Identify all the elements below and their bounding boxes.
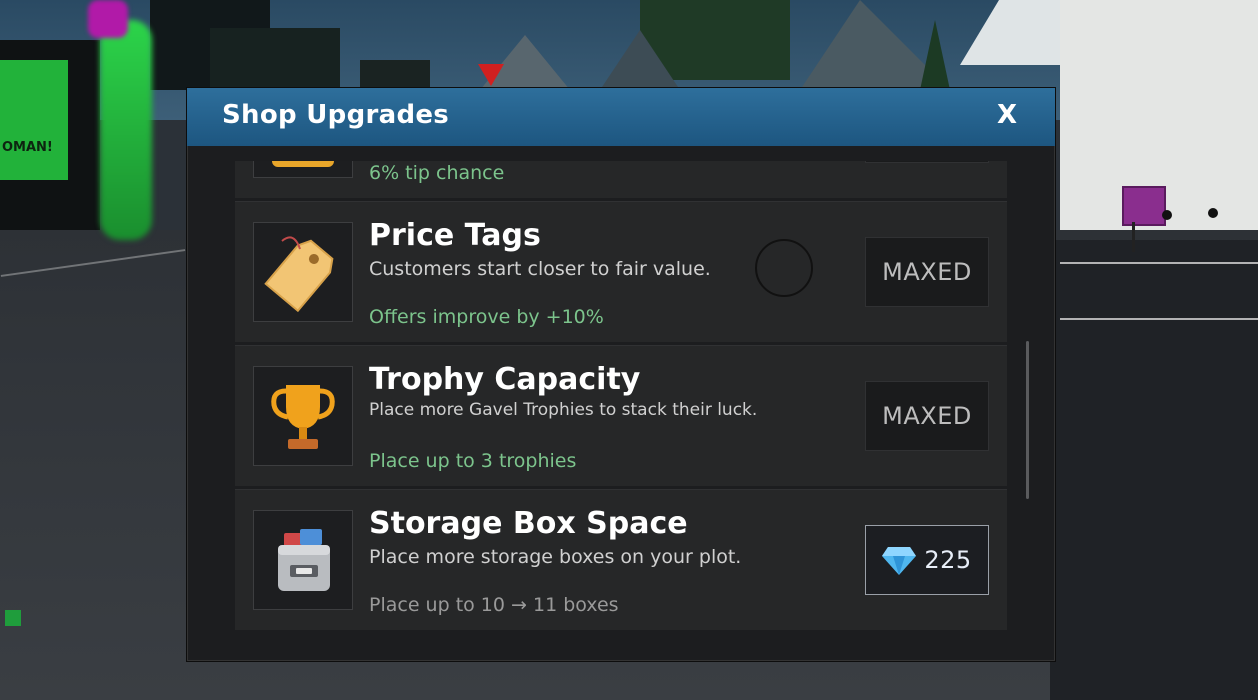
green-sign: OMAN! [0, 60, 68, 180]
neon-light [100, 20, 152, 240]
shop-upgrades-modal: Shop Upgrades X 6% tip chance Price Tags… [186, 87, 1056, 662]
upgrade-description: Place more Gavel Trophies to stack their… [369, 400, 758, 420]
background-dot [1162, 210, 1172, 220]
upgrade-icon-frame [253, 510, 353, 610]
upgrade-effect: Place up to 10 → 11 boxes [369, 594, 619, 616]
background-dot [1208, 208, 1218, 218]
modal-title: Shop Upgrades [222, 100, 450, 130]
trophy-icon [271, 385, 335, 449]
sign-text: OMAN! [2, 140, 53, 155]
upgrade-row-tips: 6% tip chance [235, 161, 1007, 198]
upgrade-icon-frame [253, 161, 353, 178]
upgrade-icon-frame [253, 366, 353, 466]
price-label: 225 [924, 546, 972, 574]
neon-light-top [88, 0, 128, 38]
upgrade-title: Trophy Capacity [369, 362, 641, 397]
upgrade-effect: Offers improve by +10% [369, 306, 604, 328]
upgrade-description: Customers start closer to fair value. [369, 258, 711, 280]
minimap-marker-icon [5, 610, 21, 626]
upgrade-row-price-tags: Price Tags Customers start closer to fai… [235, 201, 1007, 342]
waypoint-marker-icon [478, 64, 504, 86]
scrollbar[interactable] [1026, 341, 1029, 499]
upgrade-effect: Place up to 3 trophies [369, 450, 577, 472]
upgrade-title: Price Tags [369, 218, 541, 253]
close-button[interactable]: X [997, 100, 1017, 130]
upgrade-icon-frame [253, 222, 353, 322]
upgrade-title: Storage Box Space [369, 506, 688, 541]
upgrade-list[interactable]: 6% tip chance Price Tags Customers start… [235, 161, 1007, 646]
road-line [1060, 318, 1258, 320]
upgrade-button[interactable] [865, 161, 989, 163]
price-tag-icon [264, 236, 334, 313]
upgrade-row-trophy-capacity: Trophy Capacity Place more Gavel Trophie… [235, 345, 1007, 486]
upgrade-effect: 6% tip chance [369, 162, 505, 184]
cursor-indicator [755, 239, 813, 297]
upgrade-row-storage-box-space: Storage Box Space Place more storage box… [235, 489, 1007, 630]
box-icon [272, 161, 334, 167]
diamond-icon [882, 547, 917, 575]
modal-header: Shop Upgrades X [187, 88, 1055, 146]
sign-post [1132, 222, 1135, 252]
maxed-button[interactable]: MAXED [865, 381, 989, 451]
upgrade-description: Place more storage boxes on your plot. [369, 546, 742, 568]
road [1050, 240, 1258, 700]
storage-box-icon [278, 529, 330, 591]
trophy-sign [1122, 186, 1166, 226]
buy-button[interactable]: 225 [865, 525, 989, 595]
road-line [1060, 262, 1258, 264]
maxed-button[interactable]: MAXED [865, 237, 989, 307]
